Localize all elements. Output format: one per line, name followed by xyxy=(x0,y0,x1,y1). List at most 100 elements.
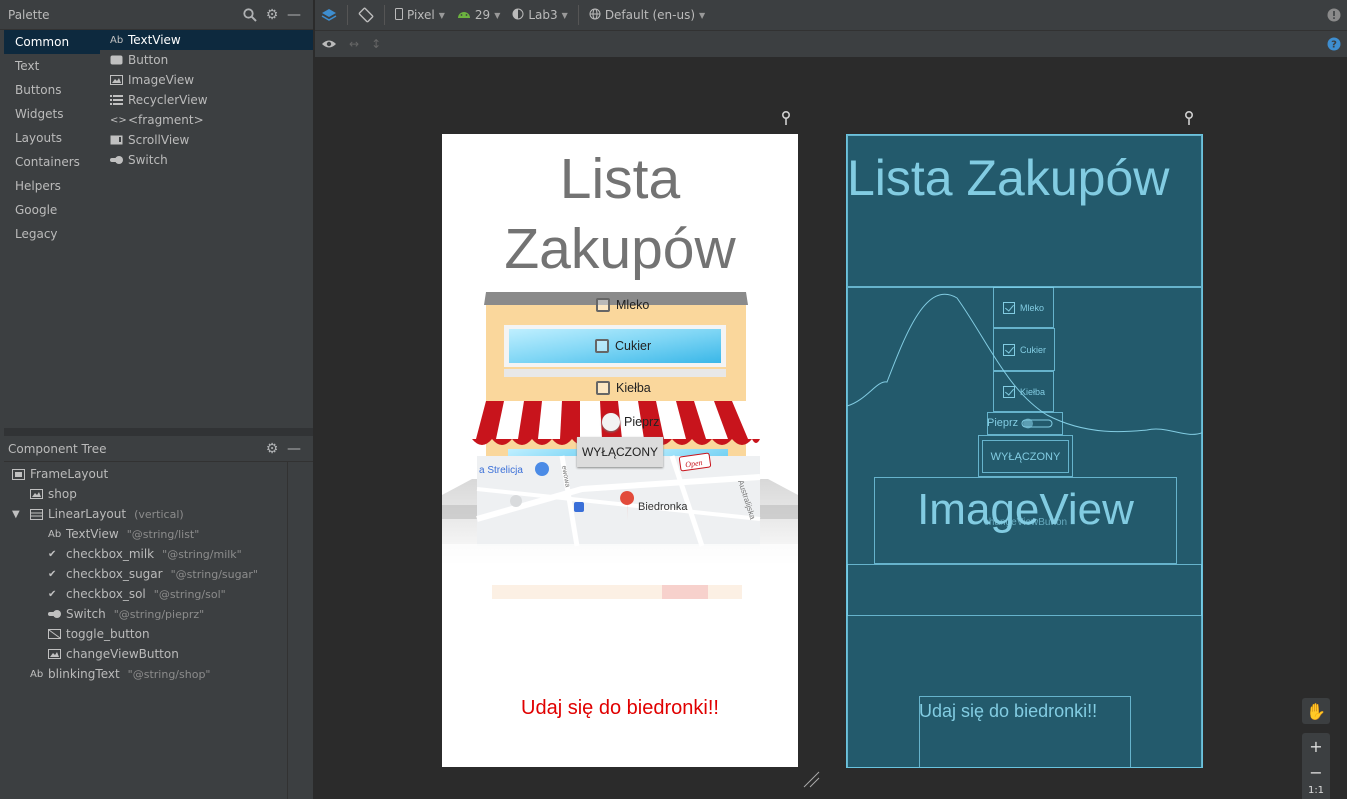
scroll-icon xyxy=(110,135,128,145)
left-panel: Palette ⚙ — Common Text Buttons Widgets … xyxy=(0,0,314,799)
locale-label: Default (en-us) xyxy=(604,8,696,22)
tree-node-checkbox-sugar[interactable]: ✔ checkbox_sugar "@string/sugar" xyxy=(4,564,313,584)
device-selector[interactable]: Pixel ▼ xyxy=(389,3,451,27)
minimize-icon[interactable]: — xyxy=(283,4,305,26)
palette-widgets: Ab TextView Button ImageView RecyclerVie… xyxy=(100,30,313,170)
category-layouts[interactable]: Layouts xyxy=(4,126,100,150)
eye-icon[interactable] xyxy=(315,32,343,56)
vertical-resize-icon[interactable]: ↕ xyxy=(365,32,387,56)
minimize-icon[interactable]: — xyxy=(283,438,305,460)
tree-node-checkbox-milk[interactable]: ✔ checkbox_milk "@string/milk" xyxy=(4,544,313,564)
search-icon[interactable] xyxy=(239,4,261,26)
widget-fragment[interactable]: <> <fragment> xyxy=(100,110,313,130)
tree-node-shop[interactable]: shop xyxy=(4,484,313,504)
toggle-button-icon xyxy=(48,629,66,639)
category-common[interactable]: Common xyxy=(4,30,100,54)
toggle-button[interactable]: WYŁĄCZONY xyxy=(577,437,663,467)
blueprint-preview[interactable]: Lista Zakupów Mleko Cukier Kiełba Pieprz… xyxy=(846,134,1203,768)
checkbox-label: Cukier xyxy=(615,339,652,353)
pin-icon[interactable] xyxy=(781,110,791,125)
orientation-icon[interactable] xyxy=(352,3,380,27)
checkbox-icon: ✔ xyxy=(48,568,57,580)
theme-icon xyxy=(512,8,524,23)
switch-pieprz[interactable]: Pieprz xyxy=(602,413,659,431)
bp-toggle-button[interactable]: WYŁĄCZONY xyxy=(982,440,1069,473)
android-icon xyxy=(457,8,471,22)
image-icon xyxy=(30,489,48,499)
category-buttons[interactable]: Buttons xyxy=(4,78,100,102)
tree-node-framelayout[interactable]: FrameLayout xyxy=(4,464,313,484)
tree-node-label: checkbox_sol xyxy=(66,587,146,601)
linear-layout-icon xyxy=(30,508,48,520)
tree-node-label: FrameLayout xyxy=(30,467,109,481)
chevron-down-icon: ▼ xyxy=(561,10,568,20)
layers-icon[interactable] xyxy=(315,3,343,27)
palette-title: Palette xyxy=(8,7,50,22)
resize-handle-icon[interactable] xyxy=(802,770,820,791)
horizontal-resize-icon[interactable]: ↔ xyxy=(343,32,365,56)
checkbox-kielba[interactable]: Kiełba xyxy=(596,381,651,395)
tree-node-changeviewbutton[interactable]: changeViewButton xyxy=(4,644,313,664)
bp-checkbox-icon xyxy=(1003,302,1015,314)
category-containers[interactable]: Containers xyxy=(4,150,100,174)
design-toolbar: Pixel ▼ 29 ▼ Lab3 ▼ Default (en-us) ▼ xyxy=(315,0,1347,31)
category-legacy[interactable]: Legacy xyxy=(4,222,100,246)
checkbox-sugar[interactable]: Cukier xyxy=(595,339,651,353)
phone-icon xyxy=(395,7,403,23)
palette-categories: Common Text Buttons Widgets Layouts Cont… xyxy=(4,30,100,428)
zoom-fit-button[interactable]: 1:1 xyxy=(1302,785,1330,799)
widget-switch[interactable]: Switch xyxy=(100,150,313,170)
chevron-down-icon: ▼ xyxy=(438,10,445,20)
bp-checkbox-label: Cukier xyxy=(1020,345,1047,355)
warning-icon[interactable] xyxy=(1321,3,1347,27)
component-tree-title: Component Tree xyxy=(8,441,107,456)
tree-divider xyxy=(287,462,288,799)
bp-checkbox-label: Mleko xyxy=(1020,303,1045,313)
bp-switch-content: Pieprz xyxy=(987,417,1054,429)
toolbar-separator xyxy=(347,5,348,25)
tree-node-linearlayout[interactable]: ▼ LinearLayout (vertical) xyxy=(4,504,313,524)
tree-node-checkbox-sol[interactable]: ✔ checkbox_sol "@string/sol" xyxy=(4,584,313,604)
theme-selector[interactable]: Lab3 ▼ xyxy=(506,3,573,27)
tree-node-label: TextView xyxy=(66,527,119,541)
gear-icon[interactable]: ⚙ xyxy=(261,438,283,460)
category-widgets[interactable]: Widgets xyxy=(4,102,100,126)
design-preview[interactable]: Lista Zakupów a Strelicja Biedronka Aust… xyxy=(442,134,798,767)
tree-node-attr: (vertical) xyxy=(134,507,184,521)
tree-node-attr: "@string/shop" xyxy=(127,667,211,681)
widget-label: TextView xyxy=(128,33,181,47)
widget-label: <fragment> xyxy=(128,113,204,127)
zoom-out-button[interactable]: − xyxy=(1302,759,1330,785)
tree-node-blinkingtext[interactable]: Ab blinkingText "@string/shop" xyxy=(4,664,313,684)
device-label: Pixel xyxy=(407,8,435,22)
checkbox-label: Kiełba xyxy=(616,381,651,395)
pan-hand-icon[interactable]: ✋ xyxy=(1302,698,1330,724)
tree-node-label: LinearLayout xyxy=(48,507,127,521)
checkbox-milk[interactable]: Mleko xyxy=(596,298,649,312)
expand-arrow-icon[interactable]: ▼ xyxy=(12,509,30,520)
zoom-in-button[interactable]: + xyxy=(1302,733,1330,759)
widget-scrollview[interactable]: ScrollView xyxy=(100,130,313,150)
tree-node-toggle-button[interactable]: toggle_button xyxy=(4,624,313,644)
category-text[interactable]: Text xyxy=(4,54,100,78)
globe-icon xyxy=(589,8,601,23)
widget-button[interactable]: Button xyxy=(100,50,313,70)
checkbox-box xyxy=(596,298,610,312)
category-google[interactable]: Google xyxy=(4,198,100,222)
locale-selector[interactable]: Default (en-us) ▼ xyxy=(583,3,711,27)
pin-icon[interactable] xyxy=(1184,110,1194,125)
widget-imageview[interactable]: ImageView xyxy=(100,70,313,90)
help-icon[interactable]: ? xyxy=(1321,32,1347,56)
tree-node-textview[interactable]: Ab TextView "@string/list" xyxy=(4,524,313,544)
category-helpers[interactable]: Helpers xyxy=(4,174,100,198)
api-selector[interactable]: 29 ▼ xyxy=(451,3,506,27)
widget-label: ScrollView xyxy=(128,133,190,147)
widget-label: Button xyxy=(128,53,169,67)
panel-splitter[interactable] xyxy=(4,428,313,436)
api-label: 29 xyxy=(474,8,491,22)
widget-recyclerview[interactable]: RecyclerView xyxy=(100,90,313,110)
gear-icon[interactable]: ⚙ xyxy=(261,4,283,26)
tree-node-switch[interactable]: Switch "@string/pieprz" xyxy=(4,604,313,624)
design-canvas[interactable]: Lista Zakupów a Strelicja Biedronka Aust… xyxy=(315,58,1347,799)
widget-textview[interactable]: Ab TextView xyxy=(100,30,313,50)
